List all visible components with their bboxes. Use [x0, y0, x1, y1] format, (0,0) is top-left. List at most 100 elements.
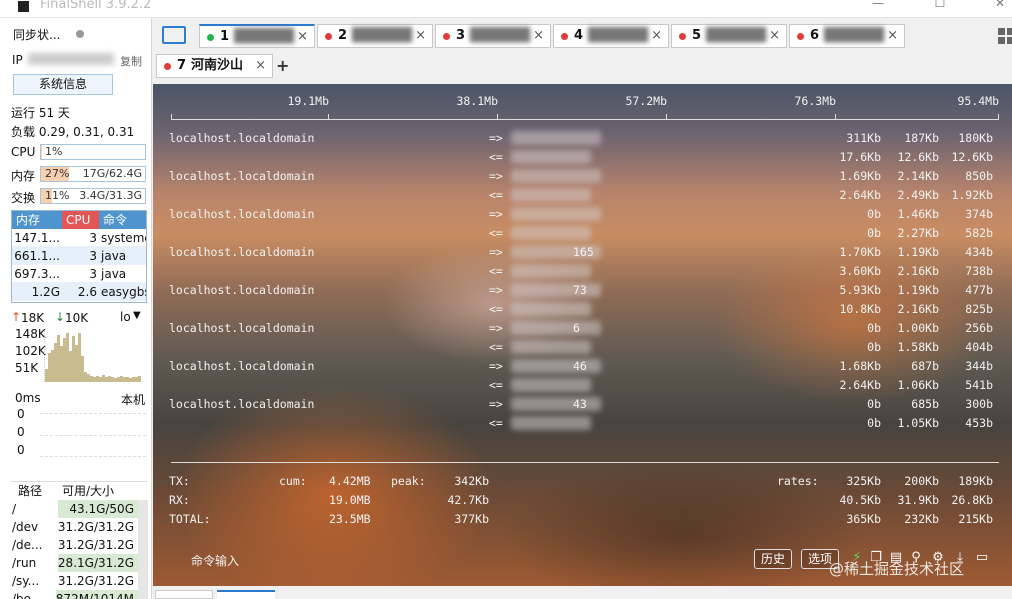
col-size[interactable]: 可用/大小	[58, 482, 148, 500]
tab-close-icon[interactable]: ×	[651, 25, 662, 47]
host-name: localhost.localdomain	[169, 131, 315, 145]
process-table: 内存 CPU 命令 147.1... 3 systemd 661.1... 3 …	[11, 210, 147, 303]
arrow-in: <=	[489, 150, 503, 164]
tx-rate: 0b	[867, 207, 881, 221]
latency-host[interactable]: 本机	[121, 391, 145, 408]
col-memory[interactable]: 内存	[12, 211, 62, 229]
rx-rate: 738b	[965, 264, 993, 278]
tab-close-icon[interactable]: ×	[297, 26, 308, 48]
session-tab-5[interactable]: 5 ██████ ×	[671, 24, 787, 48]
disk-path: /	[12, 502, 17, 516]
tx-rate: 374b	[965, 207, 993, 221]
rx-rate: 2.49Kb	[897, 188, 939, 202]
disk-row[interactable]: /run 28.1G/31.2G	[10, 554, 148, 572]
net-level-mid: 102K	[15, 344, 46, 358]
rx-rate: 1.06Kb	[897, 378, 939, 392]
disk-row[interactable]: /de... 31.2G/31.2G	[10, 536, 148, 554]
connection-status-dot	[679, 33, 686, 40]
net-level-high: 148K	[15, 327, 46, 341]
process-cpu: 3	[89, 267, 97, 281]
rx-rate: 1.05Kb	[897, 416, 939, 430]
copy-ip-link[interactable]: 复制	[120, 53, 142, 69]
redacted-peer-address	[511, 264, 591, 278]
redacted-peer-address	[511, 340, 591, 354]
chevron-down-icon[interactable]: ▼	[133, 310, 141, 321]
tab-close-icon[interactable]: ×	[415, 25, 426, 47]
bottom-panel-tabs	[153, 586, 1012, 599]
rx-peak: 42.7Kb	[447, 493, 489, 507]
summary-rate: 232Kb	[904, 512, 939, 526]
history-button[interactable]: 历史	[754, 549, 793, 569]
system-info-button[interactable]: 系统信息	[13, 74, 113, 95]
arrow-out: =>	[489, 245, 503, 259]
new-tab-button[interactable]: +	[276, 56, 289, 75]
rx-rate: 10.8Kb	[839, 302, 881, 316]
process-row[interactable]: 1.2G 2.6 easygbs	[12, 283, 146, 301]
session-tab-4[interactable]: 4 ██████ ×	[553, 24, 669, 48]
folder-icon[interactable]	[162, 26, 186, 44]
rx-rate: 2.27Kb	[897, 226, 939, 240]
arrow-in: <=	[489, 302, 503, 316]
session-tab-6[interactable]: 6 ██████ ×	[789, 24, 905, 48]
terminal-view[interactable]: 19.1Mb 38.1Mb 57.2Mb 76.3Mb 95.4Mb localhost…	[153, 84, 1012, 586]
net-upload-rate: 18K	[21, 311, 45, 325]
rx-rate: 1.58Kb	[897, 340, 939, 354]
col-cpu[interactable]: CPU	[62, 211, 99, 229]
scale-axis	[171, 119, 999, 120]
net-interface-select[interactable]: lo	[120, 310, 131, 324]
summary-rate: 26.8Kb	[951, 493, 993, 507]
tx-rate: 1.46Kb	[897, 207, 939, 221]
disk-row[interactable]: /sy... 31.2G/31.2G	[10, 572, 148, 590]
mem-label: 内存	[11, 169, 36, 183]
bottom-tab[interactable]	[155, 590, 213, 599]
disk-row[interactable]: /bo... 872M/1014M	[10, 590, 148, 599]
total-label: TOTAL:	[169, 512, 211, 526]
ip-address-redacted	[28, 53, 114, 65]
session-tab-2[interactable]: 2 ██████ ×	[317, 24, 433, 48]
session-tab-3[interactable]: 3 ██████ ×	[435, 24, 551, 48]
layout-grid-icon[interactable]	[998, 28, 1012, 44]
summary-rate: 31.9Kb	[897, 493, 939, 507]
summary-rate: 200Kb	[904, 474, 939, 488]
session-tab-7[interactable]: 7 河南沙山 ×	[156, 54, 273, 78]
bottom-tab-active[interactable]	[217, 590, 275, 599]
scale-tick	[497, 114, 498, 120]
redacted-peer-address	[511, 226, 591, 240]
peer-address-suffix: 165	[573, 245, 594, 259]
disk-table-header: 路径 可用/大小	[10, 482, 148, 500]
disk-row[interactable]: /dev 31.2G/31.2G	[10, 518, 148, 536]
maximize-button[interactable]: ☐	[930, 0, 950, 14]
tx-rate: 1.00Kb	[897, 321, 939, 335]
process-row[interactable]: 147.1... 3 systemd	[12, 229, 146, 247]
window-icon[interactable]: ▭	[975, 550, 989, 566]
upload-arrow-icon: ↑	[11, 310, 22, 324]
minimize-button[interactable]: —	[868, 0, 888, 14]
host-name: localhost.localdomain	[169, 397, 315, 411]
process-cmd: java	[101, 249, 127, 263]
process-row[interactable]: 661.1... 3 java	[12, 247, 146, 265]
tab-close-icon[interactable]: ×	[769, 25, 780, 47]
command-input-label[interactable]: 命令输入	[191, 552, 239, 569]
finalshell-window: FinalShell 3.9.2.2 — ☐ ✕ 同步状... IP 复制 系统…	[0, 0, 1012, 599]
tab-label: ██████	[824, 28, 884, 43]
tab-number: 6	[810, 28, 820, 43]
close-button[interactable]: ✕	[990, 0, 1010, 14]
window-title: FinalShell 3.9.2.2	[40, 0, 152, 12]
disk-row[interactable]: / 43.1G/50G	[10, 500, 148, 518]
col-path[interactable]: 路径	[10, 482, 58, 500]
tab-close-icon[interactable]: ×	[887, 25, 898, 47]
tx-rate: 187Kb	[904, 131, 939, 145]
session-tab-1[interactable]: 1 ██████ ×	[199, 24, 315, 48]
process-row[interactable]: 697.3... 3 java	[12, 265, 146, 283]
tx-label: TX:	[169, 474, 190, 488]
col-command[interactable]: 命令	[99, 211, 146, 229]
redacted-peer-address	[511, 150, 591, 164]
redacted-peer-address	[511, 378, 591, 392]
tab-close-icon[interactable]: ×	[533, 25, 544, 47]
disk-table-scrollbar[interactable]	[138, 500, 148, 599]
peer-address-suffix: 6	[573, 321, 580, 335]
tab-close-icon[interactable]: ×	[255, 55, 266, 77]
process-mem: 147.1...	[14, 231, 60, 245]
tx-cum: 4.42MB	[329, 474, 371, 488]
tx-peak: 342Kb	[454, 474, 489, 488]
